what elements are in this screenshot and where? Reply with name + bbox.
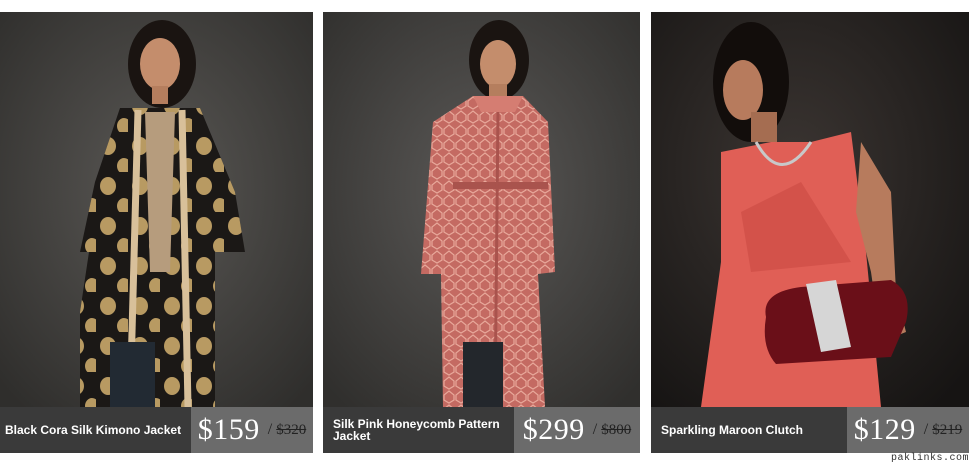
sale-price: $129: [853, 413, 916, 446]
product-card-3[interactable]: Sparkling Maroon Clutch $129 / $219: [651, 12, 969, 453]
original-price: $219: [932, 421, 963, 438]
product-image-2[interactable]: [323, 12, 640, 407]
product-card-1[interactable]: Black Cora Silk Kimono Jacket $159 / $32…: [0, 12, 313, 453]
product-caption-2: Silk Pink Honeycomb Pattern Jacket $299 …: [323, 407, 640, 453]
original-price: $800: [601, 421, 632, 438]
price-box: $159 / $320: [191, 407, 313, 453]
product-image-1[interactable]: [0, 12, 313, 407]
product-caption-1: Black Cora Silk Kimono Jacket $159 / $32…: [0, 407, 313, 453]
original-price: $320: [276, 421, 307, 438]
sale-price: $299: [522, 413, 585, 446]
product-caption-3: Sparkling Maroon Clutch $129 / $219: [651, 407, 969, 453]
product-card-2[interactable]: Silk Pink Honeycomb Pattern Jacket $299 …: [323, 12, 640, 453]
price-separator: /: [923, 421, 929, 438]
price-box: $299 / $800: [514, 407, 640, 453]
price-box: $129 / $219: [847, 407, 969, 453]
product-name[interactable]: Silk Pink Honeycomb Pattern Jacket: [333, 407, 513, 453]
product-image-3[interactable]: [651, 12, 969, 407]
sale-price: $159: [197, 413, 260, 446]
price-separator: /: [592, 421, 598, 438]
product-name[interactable]: Sparkling Maroon Clutch: [661, 407, 841, 453]
price-separator: /: [267, 421, 273, 438]
watermark: paklinks.com: [890, 453, 969, 464]
product-name[interactable]: Black Cora Silk Kimono Jacket: [5, 407, 185, 453]
